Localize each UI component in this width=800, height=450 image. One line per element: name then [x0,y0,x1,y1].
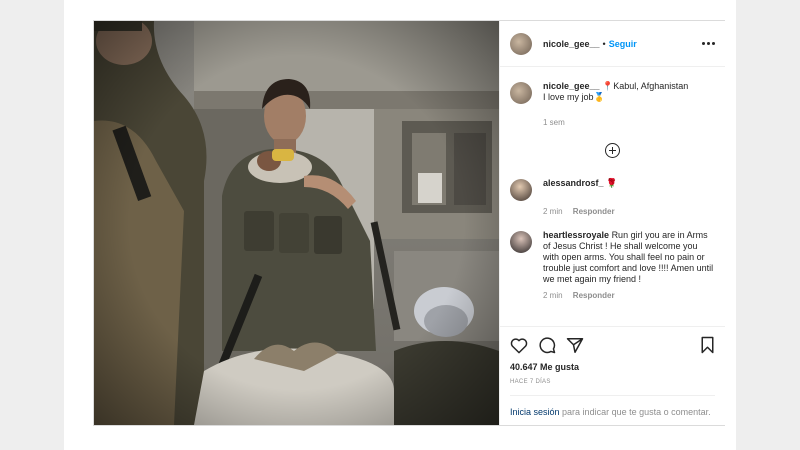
post-side-panel: nicole_gee__ • Seguir nicole_gee__ 📍Kabu… [499,21,725,425]
reply-button[interactable]: Responder [573,291,615,300]
caption: nicole_gee__ 📍Kabul, Afghanistan I love … [510,81,715,104]
caption-time: 1 sem [543,118,715,127]
login-link[interactable]: Inicia sesión [510,407,560,417]
comment-text-block: alessandrosf_ 🌹 [543,178,617,189]
comment-item: heartlessroyale Run girl you are in Arms… [510,230,715,300]
caption-username[interactable]: nicole_gee__ [543,81,600,91]
bookmark-icon[interactable] [700,336,715,354]
action-icons [510,333,715,357]
load-more-comments [510,143,715,158]
caption-avatar[interactable] [510,82,532,104]
login-prompt: Inicia sesión para indicar que te gusta … [510,395,715,419]
commenter-avatar[interactable] [510,179,532,201]
like-count[interactable]: 40.647 Me gusta [510,362,715,372]
caption-timestamp: 1 sem [543,118,565,127]
caption-text-block: nicole_gee__ 📍Kabul, Afghanistan I love … [543,81,688,103]
caption-text-line2: I love my job🥇 [543,92,605,102]
post-photo[interactable] [94,21,499,425]
photo-illustration [94,21,499,425]
header-separator: • [602,38,606,49]
more-options-icon[interactable] [702,38,715,49]
post-actions: 40.647 Me gusta HACE 7 DÍAS Inicia sesió… [500,326,725,419]
comment-time: 2 min [543,207,563,216]
comment-meta: 2 min Responder [543,207,715,216]
follow-button[interactable]: Seguir [609,39,637,49]
post-header: nicole_gee__ • Seguir [500,21,725,67]
comment-time: 2 min [543,291,563,300]
heart-icon[interactable] [510,337,528,354]
comment-text-block: heartlessroyale Run girl you are in Arms… [543,230,715,285]
reply-button[interactable]: Responder [573,207,615,216]
commenter-avatar[interactable] [510,231,532,253]
plus-circle-icon[interactable] [605,143,620,158]
author-avatar[interactable] [510,32,532,55]
caption-text: 📍Kabul, Afghanistan [602,81,689,91]
comment-text: 🌹 [606,178,618,188]
post-timestamp: HACE 7 DÍAS [510,379,551,385]
login-prompt-text: para indicar que te gusta o comentar. [562,407,711,417]
comment-username[interactable]: alessandrosf_ [543,178,604,188]
comments-section: nicole_gee__ 📍Kabul, Afghanistan I love … [500,67,725,326]
comment-icon[interactable] [538,336,556,354]
comment-row: alessandrosf_ 🌹 [510,178,715,201]
comment-item: alessandrosf_ 🌹 2 min Responder [510,178,715,216]
author-username[interactable]: nicole_gee__ [543,39,600,49]
comment-row: heartlessroyale Run girl you are in Arms… [510,230,715,285]
comment-username[interactable]: heartlessroyale [543,230,609,240]
instagram-post: nicole_gee__ • Seguir nicole_gee__ 📍Kabu… [93,20,725,426]
comment-meta: 2 min Responder [543,291,715,300]
paper-plane-icon[interactable] [566,337,584,354]
